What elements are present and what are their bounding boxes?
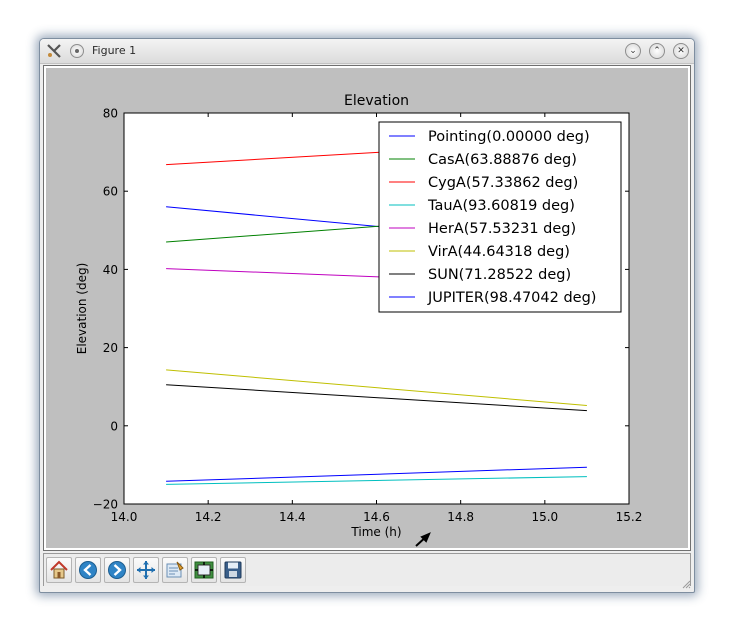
x-tick-label: 14.0: [111, 510, 138, 524]
legend-label: JUPITER(98.47042 deg): [427, 290, 596, 306]
legend-label: VirA(44.64318 deg): [428, 244, 570, 260]
home-icon: [50, 560, 68, 579]
legend-label: CygA(57.33862 deg): [428, 175, 578, 191]
subplots-icon: [194, 561, 214, 579]
legend-box: [378, 121, 622, 313]
figure-window: Figure 1 ⌄ ⌃ ✕ 14.0 14.2 14.4 14.6 14.8 15.0 1…: [39, 38, 695, 593]
mouse-cursor-icon: [415, 532, 431, 547]
forward-button[interactable]: [104, 557, 130, 583]
save-button[interactable]: [220, 557, 246, 583]
x-tick-label: 14.2: [195, 510, 222, 524]
legend-label: CasA(63.88876 deg): [428, 152, 577, 168]
legend: Pointing(0.00000 deg) CasA(63.88876 deg) C…: [378, 121, 622, 313]
canvas-frame: 14.0 14.2 14.4 14.6 14.8 15.0 15.2 −20 0 20 40 60 80…: [43, 65, 691, 551]
legend-label: TauA(93.60819 deg): [427, 198, 575, 214]
x-tick-label: 14.8: [447, 510, 474, 524]
subplots-button[interactable]: [191, 557, 217, 583]
y-tick-label: 0: [110, 419, 118, 433]
resize-grip-icon[interactable]: [681, 579, 691, 589]
zoom-rect-icon: [166, 561, 184, 578]
figure-canvas[interactable]: 14.0 14.2 14.4 14.6 14.8 15.0 15.2 −20 0 20 40 60 80…: [46, 68, 688, 548]
x-tick-label: 14.6: [363, 510, 390, 524]
legend-label: SUN(71.28522 deg): [428, 267, 571, 283]
app-icon: [47, 44, 61, 58]
maximize-icon[interactable]: ⌃: [649, 43, 665, 59]
x-axis-label: Time (h): [350, 525, 401, 539]
y-tick-label: −20: [93, 498, 118, 512]
y-tick-label: 80: [103, 107, 118, 121]
legend-label: HerA(57.53231 deg): [428, 221, 576, 237]
zoom-button[interactable]: [162, 557, 188, 583]
move-icon: [137, 561, 155, 579]
x-tick-label: 15.0: [531, 510, 558, 524]
y-axis-label: Elevation (deg): [75, 263, 89, 355]
pan-button[interactable]: [133, 557, 159, 583]
arrow-left-icon: [79, 561, 97, 579]
y-tick-label: 40: [103, 263, 118, 277]
window-title: Figure 1: [92, 44, 137, 57]
x-tick-label: 14.4: [279, 510, 306, 524]
title-bar[interactable]: Figure 1 ⌄ ⌃ ✕: [40, 39, 694, 64]
close-icon[interactable]: ✕: [673, 43, 689, 59]
chart-title: Elevation: [344, 93, 409, 109]
floppy-icon: [224, 561, 242, 579]
y-tick-label: 60: [103, 185, 118, 199]
navigation-toolbar: [43, 553, 691, 586]
back-button[interactable]: [75, 557, 101, 583]
y-tick-label: 20: [103, 341, 118, 355]
x-tick-label: 15.2: [616, 510, 643, 524]
window-menu-icon[interactable]: [70, 44, 84, 58]
minimize-icon[interactable]: ⌄: [625, 43, 641, 59]
legend-label: Pointing(0.00000 deg): [428, 129, 590, 145]
elevation-chart[interactable]: 14.0 14.2 14.4 14.6 14.8 15.0 15.2 −20 0 20 40 60 80…: [46, 68, 688, 548]
home-button[interactable]: [46, 557, 72, 583]
arrow-right-icon: [108, 561, 126, 579]
